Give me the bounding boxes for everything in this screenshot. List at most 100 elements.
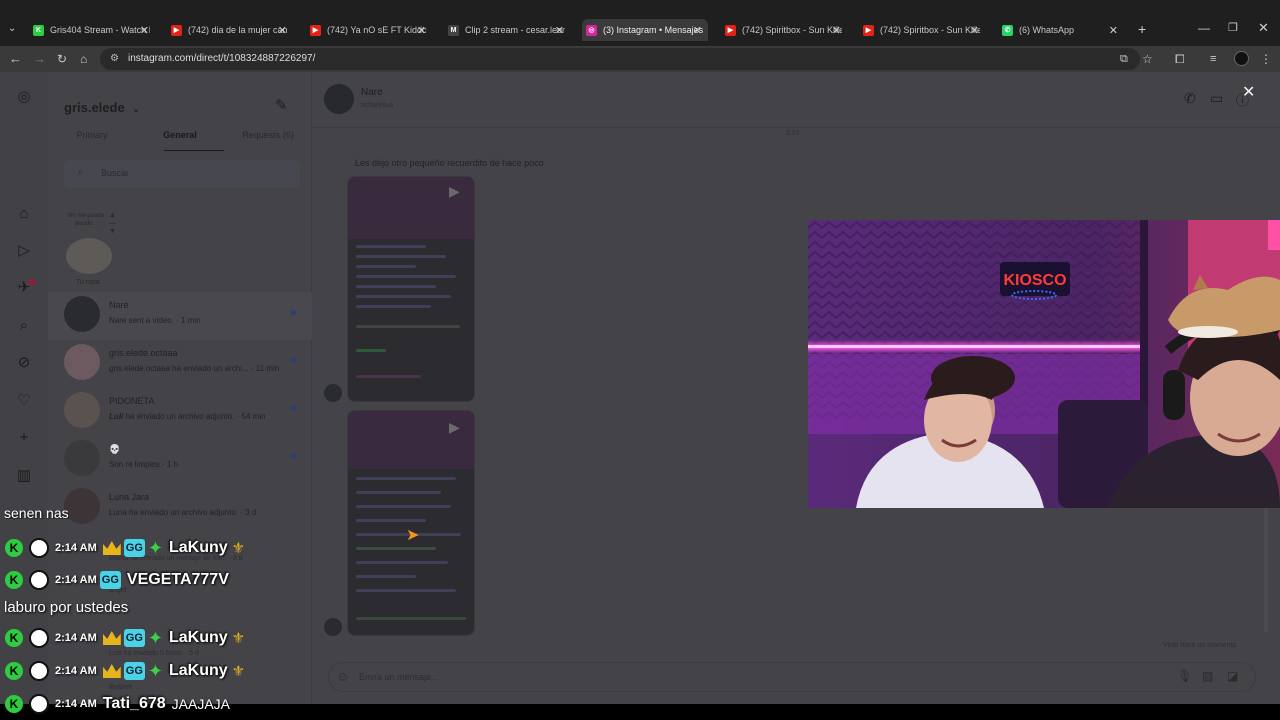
chat-username[interactable]: LaKuny (169, 629, 228, 647)
stream-chat-line: laburo por ustedes (0, 594, 128, 620)
search-input[interactable]: ⌕ Buscar (64, 160, 300, 188)
browser-tab-7[interactable]: ▶ (742) Spiritbox - Sun Kille ✕ (859, 19, 985, 41)
emoji-icon[interactable]: ☺ (336, 669, 349, 684)
tab-close-icon[interactable]: ✕ (555, 24, 564, 37)
sticker-icon[interactable]: ◪ (1227, 669, 1238, 683)
kick-badge-icon: K (5, 695, 23, 713)
tab-close-icon[interactable]: ✕ (832, 24, 841, 37)
instagram-logo-icon[interactable]: ◎ (15, 88, 33, 106)
microphone-icon[interactable]: 🎙 (1177, 669, 1192, 683)
tab-close-icon[interactable]: ✕ (970, 24, 979, 37)
install-app-icon[interactable]: ⧉ (1120, 51, 1128, 67)
profile-avatar[interactable] (1234, 51, 1249, 66)
search-placeholder: Buscar (101, 168, 130, 178)
browser-tab-5[interactable]: ◎ (3) Instagram • Mensajes ✕ (582, 19, 708, 41)
chat-username[interactable]: LaKuny (169, 539, 228, 557)
tab-close-icon[interactable]: ✕ (693, 24, 702, 37)
tab-close-icon[interactable]: ✕ (278, 24, 287, 37)
create-plus-icon[interactable]: + (15, 429, 33, 447)
thread-name: Nare (109, 300, 129, 310)
note-bubble[interactable]: No me puedo decidir... (66, 212, 106, 228)
play-icon: ▶ (449, 183, 460, 199)
message-timestamp: 2:21 (786, 130, 800, 137)
minimize-window-icon[interactable]: — (1198, 21, 1210, 35)
thread-name: gris.elede.octaaa (109, 348, 178, 358)
chat-message-text: laburo por ustedes (4, 598, 129, 616)
tab-search-chevron-icon[interactable]: ⌄ (8, 23, 16, 34)
thread-preview: Son re limpios · 1 h (109, 460, 178, 469)
chat-timestamp: 2:14 AM (55, 574, 97, 586)
site-settings-icon[interactable]: ⚙ (110, 48, 119, 70)
dm-thread-octaaa[interactable]: gris.elede.octaaa gris.elede.octaaa ha e… (48, 340, 312, 388)
voice-call-icon[interactable]: ✆ (1184, 90, 1196, 107)
reload-icon[interactable]: ↻ (57, 51, 67, 67)
restore-window-icon[interactable]: ❐ (1228, 21, 1238, 34)
thread-preview: Luna ha enviado un archivo adjunto. · 3 … (109, 508, 257, 517)
tab-primary[interactable]: Primary (48, 130, 136, 140)
avatar (64, 488, 100, 524)
tab-requests[interactable]: Requests (6) (224, 130, 312, 140)
kick-badge-icon: K (5, 571, 23, 589)
browser-tab-6[interactable]: ▶ (742) Spiritbox - Sun Kille ✕ (721, 19, 847, 41)
chat-username[interactable]: VEGETA777V (127, 571, 229, 589)
browser-tab-8[interactable]: ✆ (6) WhatsApp ✕ (998, 19, 1124, 41)
home-icon[interactable]: ⌂ (80, 51, 87, 67)
sender-avatar (324, 384, 342, 402)
unread-dot (291, 310, 296, 315)
back-arrow-icon[interactable]: ← (9, 51, 22, 67)
messages-badge (28, 278, 36, 286)
search-nav-icon[interactable]: ⌕ (15, 317, 33, 335)
tab-favicon-icon: M (448, 24, 459, 36)
video-message-2[interactable]: ▶ (347, 410, 475, 636)
close-overlay-icon[interactable]: ✕ (1242, 82, 1255, 102)
image-upload-icon[interactable]: ▨ (1202, 669, 1213, 683)
message-composer[interactable]: ☺ Envía un mensaje... 🎙 ▨ ◪ (328, 662, 1256, 692)
avatar (64, 392, 100, 428)
home-nav-icon[interactable]: ⌂ (15, 205, 33, 223)
video-call-icon[interactable]: ▭ (1210, 90, 1223, 107)
tab-close-icon[interactable]: ✕ (140, 24, 149, 37)
crown-badge-icon (102, 541, 121, 555)
new-message-icon[interactable]: ✎ (275, 96, 288, 114)
tab-title: (6) WhatsApp (1019, 25, 1075, 35)
star-badge-icon: ✦ (147, 661, 163, 681)
dm-thread-skull[interactable]: 💀 Son re limpios · 1 h (48, 436, 312, 484)
video-message-1[interactable]: ▶ (347, 176, 475, 402)
tab-close-icon[interactable]: ✕ (1109, 24, 1118, 37)
notifications-heart-icon[interactable]: ♡ (15, 392, 33, 410)
chat-username[interactable]: LaKuny (169, 662, 228, 680)
tab-general[interactable]: General (136, 130, 224, 140)
browser-tab-2[interactable]: ▶ (742) dia de la mujer can ✕ (167, 19, 293, 41)
play-icon: ▶ (449, 419, 460, 435)
note-scroll-icon: ▲ — ▼ (109, 212, 116, 235)
contact-avatar[interactable] (324, 84, 354, 114)
new-tab-button[interactable]: + (1138, 21, 1146, 37)
thread-name-hidden: lilvalem (109, 684, 133, 691)
gg-badge-icon: GG (123, 662, 145, 680)
browser-tab-3[interactable]: ▶ (742) Ya nO sE FT Kiddclo ✕ (306, 19, 432, 41)
mouse-cursor-icon: ➤ (406, 527, 420, 544)
contact-name[interactable]: Nare (361, 87, 383, 98)
dm-thread-luna[interactable]: Luna Jara Luna ha enviado un archivo adj… (48, 484, 312, 532)
url-bar[interactable]: ⚙ instagram.com/direct/t/108324887226297… (100, 48, 1140, 70)
star-badge-icon: ✦ (147, 538, 163, 558)
dm-thread-nare[interactable]: Nare Nare sent a video. · 1 min (48, 292, 312, 340)
wings-badge-icon: ⚜ (231, 663, 246, 680)
account-switcher[interactable]: gris.elede ⌄ (64, 100, 140, 115)
media-controls-icon[interactable]: ≡ (1210, 51, 1216, 67)
dm-thread-pidoneta[interactable]: PIDONETA 𝑳𝒖𝒍𝒊 ha enviado un archivo adju… (48, 388, 312, 436)
own-avatar[interactable] (66, 238, 112, 274)
bookmark-star-icon[interactable]: ☆ (1142, 51, 1153, 67)
chevron-down-icon: ⌄ (132, 104, 140, 114)
browser-tab-4[interactable]: M Clip 2 stream - cesar.leon ✕ (444, 19, 570, 41)
browser-tab-1[interactable]: K Gris404 Stream - Watch L ✕ (29, 19, 155, 41)
extensions-icon[interactable]: ⧠ (1175, 51, 1185, 67)
tab-close-icon[interactable]: ✕ (417, 24, 426, 37)
reels-nav-icon[interactable]: ▷ (15, 242, 33, 260)
close-window-icon[interactable]: ✕ (1258, 20, 1269, 36)
chat-username[interactable]: Tati_678 (103, 695, 166, 713)
dashboard-icon[interactable]: ▥ (15, 467, 33, 485)
forward-arrow-icon[interactable]: → (33, 51, 46, 67)
browser-menu-icon[interactable]: ⋮ (1260, 51, 1272, 67)
explore-nav-icon[interactable]: ⊘ (15, 354, 33, 372)
